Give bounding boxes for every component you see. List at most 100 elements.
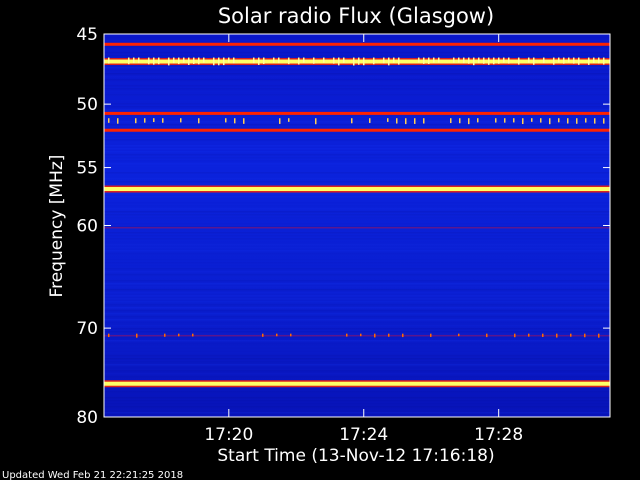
burst-dot — [594, 118, 596, 124]
burst-dot — [588, 57, 590, 65]
burst-dot — [458, 57, 460, 63]
burst-dot — [493, 57, 495, 65]
burst-dot — [223, 57, 225, 66]
burst-dot — [396, 118, 398, 124]
texture-stripe — [104, 412, 610, 414]
burst-dot — [603, 57, 605, 65]
texture-stripe — [104, 343, 610, 345]
texture-stripe — [104, 49, 610, 51]
texture-stripe — [104, 373, 610, 375]
burst-dot — [363, 57, 365, 66]
burst-dot — [603, 118, 605, 124]
texture-stripe — [104, 208, 610, 210]
burst-dot — [513, 118, 515, 123]
burst-dot — [353, 57, 355, 66]
y-tick-label: 55 — [76, 159, 98, 179]
burst-dot — [528, 333, 530, 337]
texture-stripe — [104, 163, 610, 165]
burst-dot — [598, 57, 600, 64]
burst-dot — [128, 57, 130, 65]
x-tick-label: 17:28 — [474, 425, 523, 445]
texture-stripe — [104, 100, 610, 102]
burst-dot — [549, 118, 551, 125]
burst-dot — [374, 333, 376, 338]
burst-dot — [148, 57, 150, 65]
burst-dot — [477, 118, 479, 123]
burst-dot — [423, 57, 425, 64]
burst-dot — [598, 333, 600, 338]
texture-stripe — [104, 397, 610, 399]
texture-stripe — [104, 307, 610, 309]
burst-dot — [225, 118, 227, 123]
texture-stripe — [104, 217, 610, 219]
emission-band — [104, 187, 610, 192]
burst-dot — [164, 333, 166, 337]
texture-stripe — [104, 388, 610, 390]
burst-dot — [518, 57, 520, 65]
burst-dot — [144, 118, 146, 123]
texture-stripe — [104, 391, 610, 393]
texture-stripe — [104, 331, 610, 333]
burst-dot — [188, 57, 190, 65]
texture-stripe — [104, 127, 610, 129]
emission-band — [104, 111, 610, 115]
texture-stripe — [104, 367, 610, 369]
burst-dot — [563, 57, 565, 64]
texture-stripe — [104, 154, 610, 156]
burst-dot — [514, 333, 516, 338]
texture-stripe — [104, 196, 610, 198]
burst-dot — [430, 333, 432, 337]
burst-dot — [108, 57, 110, 64]
burst-dot — [584, 333, 586, 338]
burst-dot — [483, 57, 485, 64]
y-tick-label: 60 — [76, 217, 98, 237]
burst-dot — [531, 118, 533, 122]
burst-dot — [558, 57, 560, 63]
burst-dot — [567, 118, 569, 124]
texture-stripe — [104, 160, 610, 162]
texture-stripe — [104, 97, 610, 99]
texture-stripe — [104, 133, 610, 135]
texture-stripe — [104, 175, 610, 177]
burst-dot — [458, 333, 460, 337]
burst-dot — [360, 333, 362, 337]
texture-stripe — [104, 121, 610, 123]
burst-dot — [180, 118, 182, 123]
burst-dot — [578, 57, 580, 65]
texture-stripe — [104, 172, 610, 174]
burst-dot — [405, 118, 407, 125]
burst-dot — [473, 57, 475, 66]
texture-stripe — [104, 403, 610, 405]
burst-dot — [528, 57, 530, 63]
burst-dot — [453, 57, 455, 63]
burst-dot — [279, 118, 281, 124]
texture-stripe — [104, 211, 610, 213]
burst-dot — [423, 118, 425, 124]
texture-stripe — [104, 46, 610, 48]
burst-dot — [576, 118, 578, 124]
texture-stripe — [104, 151, 610, 153]
burst-dot — [153, 57, 155, 65]
burst-dot — [498, 57, 500, 64]
burst-dot — [253, 57, 255, 64]
burst-dot — [213, 57, 215, 66]
texture-stripe — [104, 88, 610, 90]
texture-stripe — [104, 73, 610, 75]
texture-stripe — [104, 319, 610, 321]
texture-stripe — [104, 214, 610, 216]
texture-stripe — [104, 67, 610, 69]
burst-dot — [508, 57, 510, 64]
burst-dot — [258, 57, 260, 65]
burst-dot — [558, 118, 560, 123]
texture-stripe — [104, 148, 610, 150]
y-tick-label: 80 — [76, 408, 98, 428]
texture-stripe — [104, 232, 610, 234]
burst-dot — [468, 118, 470, 125]
burst-dot — [459, 118, 461, 124]
texture-stripe — [104, 280, 610, 282]
burst-dot — [117, 118, 119, 124]
burst-dot — [522, 118, 524, 125]
texture-stripe — [104, 256, 610, 258]
burst-dot — [278, 57, 280, 64]
burst-dot — [343, 57, 345, 63]
